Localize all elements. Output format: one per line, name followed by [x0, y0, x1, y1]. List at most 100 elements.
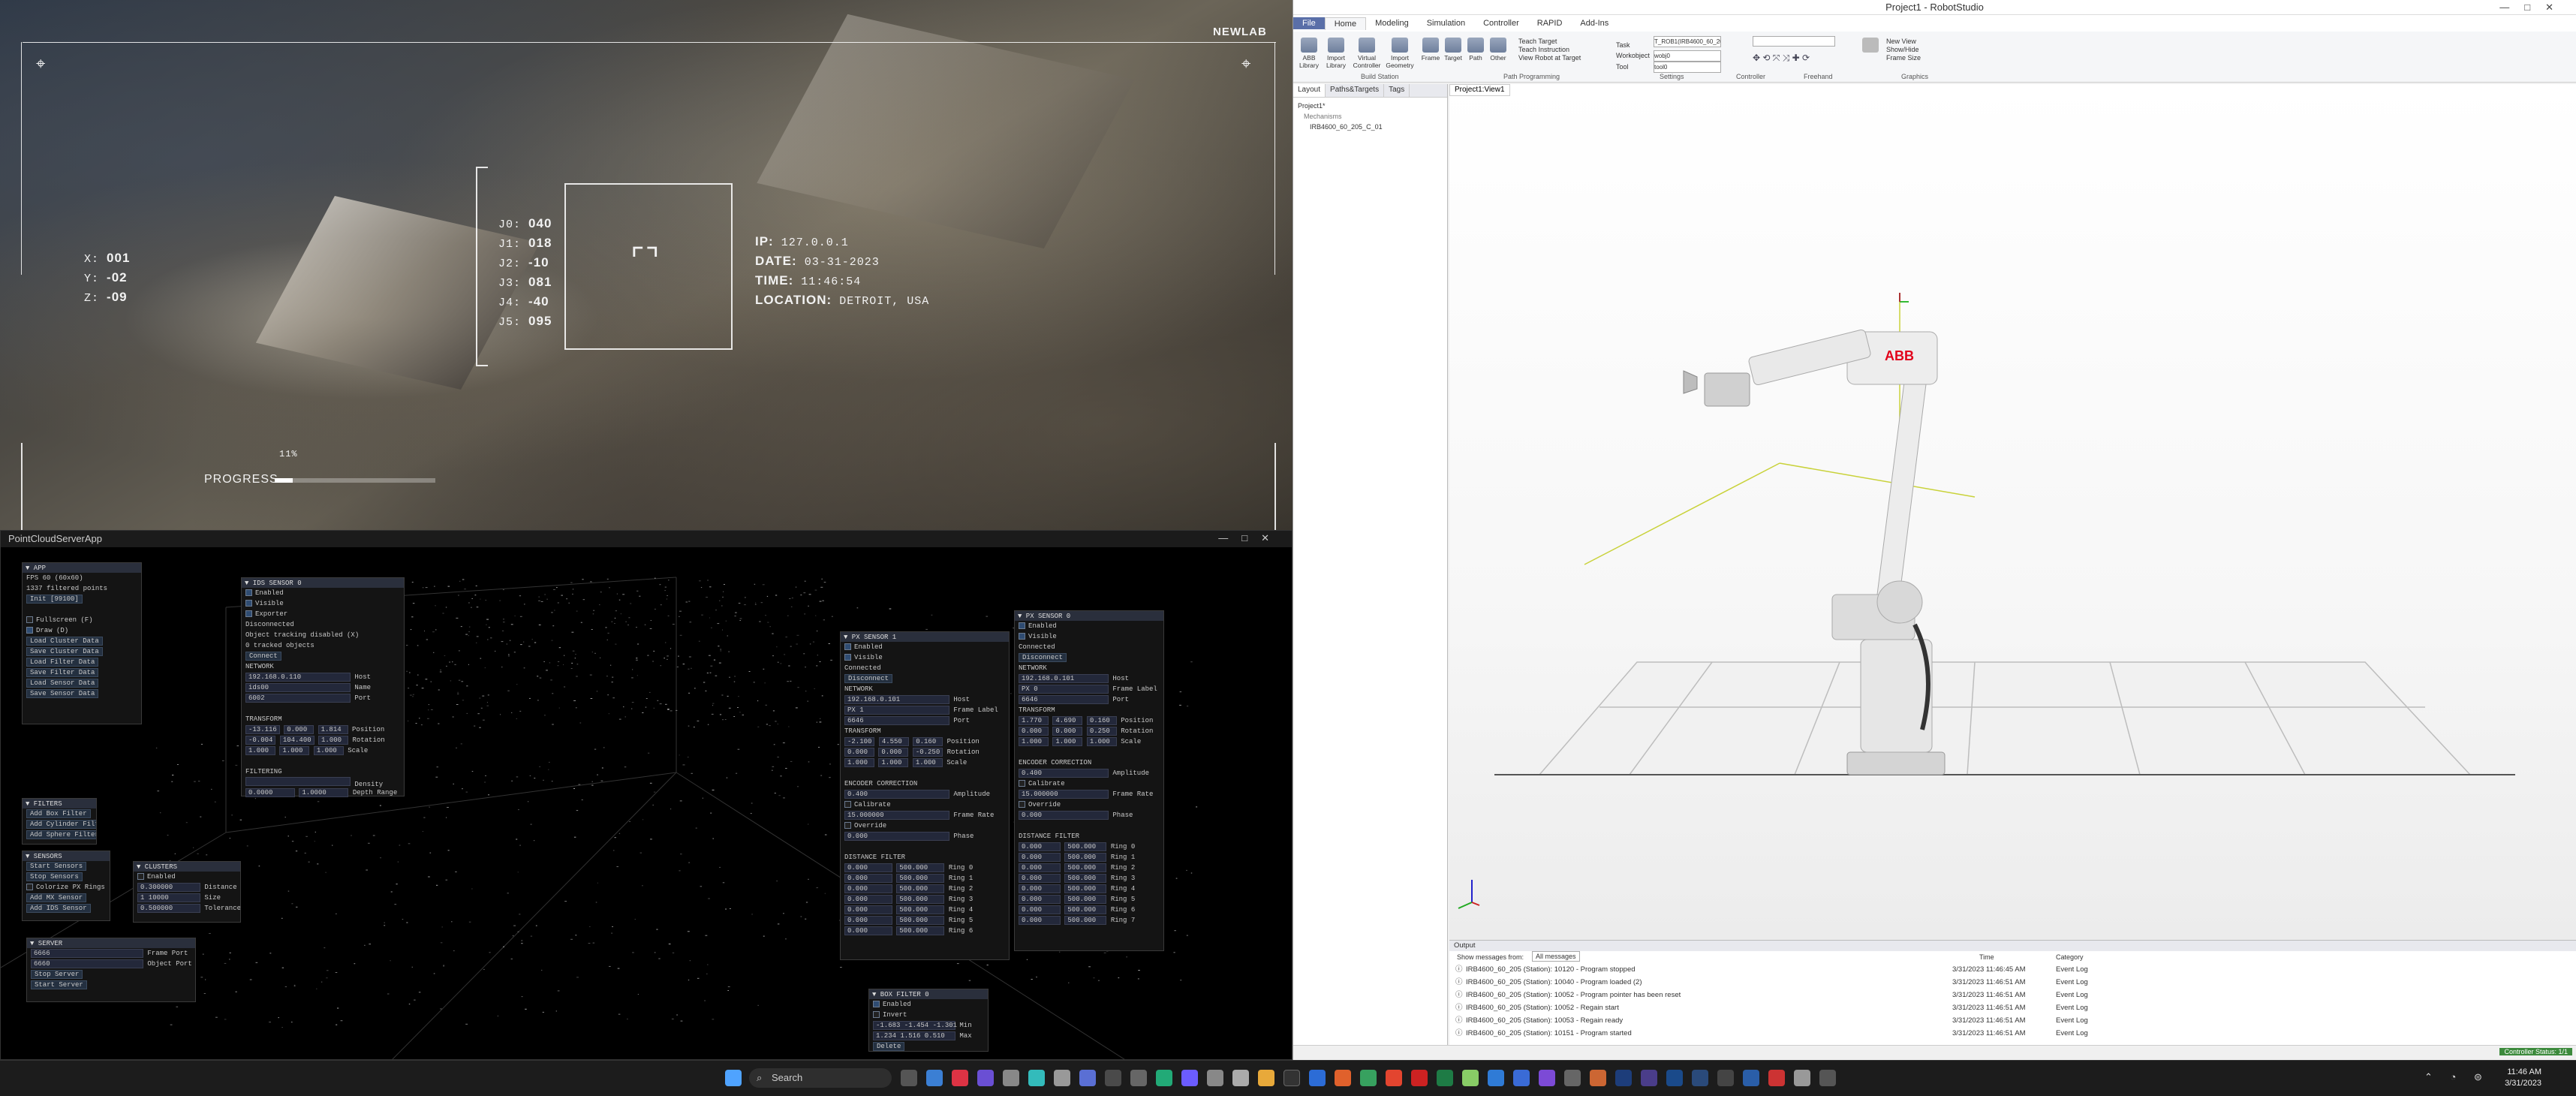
checkbox[interactable]	[26, 627, 33, 634]
scale-x[interactable]: 1.000	[1019, 737, 1049, 746]
path-button[interactable]: Path	[1463, 38, 1488, 62]
frame-label-field[interactable]: PX 1	[844, 706, 949, 715]
add-cylinder-filter-button[interactable]: Add Cylinder Filter	[26, 820, 96, 829]
px-sensor-0-panel[interactable]: ▼ PX SENSOR 0 Enabled Visible Connected …	[1014, 610, 1164, 951]
terminal-icon[interactable]	[1283, 1070, 1300, 1086]
column-time[interactable]: Time	[1979, 951, 1994, 963]
load-filter-button[interactable]: Load Filter Data	[26, 658, 99, 667]
app-icon[interactable]	[1666, 1070, 1683, 1086]
stop-sensors-button[interactable]: Stop Sensors	[26, 872, 83, 881]
app-icon[interactable]	[1105, 1070, 1121, 1086]
name-field[interactable]: ids00	[245, 683, 351, 692]
connect-button[interactable]: Connect	[245, 652, 281, 661]
illustrator-icon[interactable]	[1590, 1070, 1606, 1086]
checkbox[interactable]	[844, 822, 851, 830]
task-view-icon[interactable]	[901, 1070, 917, 1086]
teach-target-button[interactable]: Teach Target	[1518, 38, 1581, 46]
tab-rapid[interactable]: RAPID	[1528, 17, 1572, 29]
tree-item-project[interactable]: Project1*	[1298, 101, 1443, 111]
tolerance-field[interactable]: 0.500000	[137, 904, 200, 913]
ring-max[interactable]: 500.000	[896, 895, 945, 904]
rotation-z[interactable]: 1.000	[318, 736, 349, 745]
ring-min[interactable]: 0.000	[844, 874, 892, 883]
box-filter-panel[interactable]: ▼ BOX FILTER 0 Enabled Invert -1.683 -1.…	[868, 989, 989, 1052]
app-icon[interactable]	[1207, 1070, 1223, 1086]
app-icon[interactable]	[952, 1070, 968, 1086]
phase-field[interactable]: 0.000	[1019, 811, 1109, 820]
tab-tags[interactable]: Tags	[1384, 84, 1410, 97]
log-row[interactable]: ⓘ IRB4600_60_205 (Station): 10052 - Regai…	[1449, 1001, 2576, 1014]
min-field[interactable]: -1.683 -1.454 -1.301	[873, 1021, 957, 1030]
tab-home[interactable]: Home	[1324, 17, 1367, 30]
ring-max[interactable]: 500.000	[1064, 842, 1107, 851]
rotation-y[interactable]: 104.400	[279, 736, 314, 745]
new-view-button[interactable]: New View	[1886, 38, 1921, 46]
scale-x[interactable]: 1.000	[844, 758, 874, 767]
ring-max[interactable]: 500.000	[1064, 916, 1107, 925]
photoshop-icon[interactable]	[1615, 1070, 1632, 1086]
scale-y[interactable]: 1.000	[1052, 737, 1083, 746]
app-icon[interactable]	[1564, 1070, 1581, 1086]
checkbox[interactable]	[26, 884, 33, 891]
delete-button[interactable]: Delete	[873, 1042, 905, 1051]
app-icon[interactable]	[1054, 1070, 1070, 1086]
message-filter-select[interactable]: All messages	[1532, 951, 1580, 962]
ring-min[interactable]: 0.000	[844, 863, 892, 872]
ring-max[interactable]: 500.000	[1064, 874, 1107, 883]
app-icon[interactable]	[1181, 1070, 1198, 1086]
frame-size-button[interactable]: Frame Size	[1886, 54, 1921, 62]
phase-field[interactable]: 0.000	[844, 832, 949, 841]
ring-min[interactable]: 0.000	[844, 926, 892, 935]
rotation-x[interactable]: 0.000	[844, 748, 874, 757]
scale-z[interactable]: 1.000	[1086, 737, 1117, 746]
ring-min[interactable]: 0.000	[1019, 916, 1061, 925]
ring-max[interactable]: 500.000	[896, 863, 945, 872]
search-box[interactable]: ⌕ Search	[749, 1068, 892, 1088]
host-field[interactable]: 192.168.0.110	[245, 673, 351, 682]
checkbox[interactable]	[1019, 633, 1025, 640]
position-x[interactable]: -2.100	[844, 737, 875, 746]
scale-y[interactable]: 1.000	[279, 746, 310, 755]
ring-max[interactable]: 500.000	[896, 874, 945, 883]
ring-max[interactable]: 500.000	[896, 905, 945, 914]
ring-min[interactable]: 0.000	[1019, 853, 1061, 862]
ring-max[interactable]: 500.000	[896, 884, 945, 893]
checkbox[interactable]	[873, 1011, 880, 1019]
ring-min[interactable]: 0.000	[844, 916, 892, 925]
app-icon[interactable]	[1309, 1070, 1326, 1086]
ring-max[interactable]: 500.000	[896, 926, 945, 935]
load-cluster-button[interactable]: Load Cluster Data	[26, 637, 103, 646]
app-icon[interactable]	[1130, 1070, 1147, 1086]
vscode-icon[interactable]	[1488, 1070, 1504, 1086]
app-icon[interactable]	[1079, 1070, 1096, 1086]
size-field[interactable]: 1 10000	[137, 893, 200, 902]
app-icon[interactable]	[1156, 1070, 1172, 1086]
checkbox[interactable]	[26, 616, 33, 624]
add-mx-sensor-button[interactable]: Add MX Sensor	[26, 893, 87, 902]
app-panel[interactable]: ▼ APP FPS 60 (60x60) 1337 filtered point…	[22, 562, 142, 724]
app-icon[interactable]	[1232, 1070, 1249, 1086]
depth-min[interactable]: 0.0000	[245, 788, 295, 797]
add-box-filter-button[interactable]: Add Box Filter	[26, 809, 91, 818]
visual-studio-icon[interactable]	[1539, 1070, 1555, 1086]
window-controls[interactable]: —□✕	[1218, 532, 1283, 544]
tab-file[interactable]: File	[1293, 17, 1325, 29]
position-z[interactable]: 0.160	[1086, 716, 1117, 725]
app-icon[interactable]	[1513, 1070, 1530, 1086]
ring-min[interactable]: 0.000	[844, 905, 892, 914]
other-button[interactable]: Other	[1485, 38, 1511, 62]
position-x[interactable]: -13.116	[245, 725, 280, 734]
start-icon[interactable]	[725, 1070, 742, 1086]
ids-sensor-panel[interactable]: ▼ IDS SENSOR 0 Enabled Visible Exporter …	[241, 577, 405, 797]
log-row[interactable]: ⓘ IRB4600_60_205 (Station): 10053 - Regai…	[1449, 1014, 2576, 1027]
freehand-tools[interactable]: ✥ ⟲ ⤧ ⤨ ✚ ⟳	[1753, 53, 1810, 64]
ring-min[interactable]: 0.000	[1019, 905, 1061, 914]
max-field[interactable]: 1.234 1.516 0.510	[873, 1031, 955, 1040]
checkbox[interactable]	[245, 610, 252, 618]
3d-viewport[interactable]: Project1:View1 ABB	[1449, 84, 2576, 940]
checkbox[interactable]	[873, 1001, 880, 1008]
ring-min[interactable]: 0.000	[1019, 874, 1061, 883]
port-field[interactable]: 6002	[245, 694, 351, 703]
amplitude-field[interactable]: 0.400	[844, 790, 949, 799]
position-y[interactable]: 4.690	[1052, 716, 1083, 725]
